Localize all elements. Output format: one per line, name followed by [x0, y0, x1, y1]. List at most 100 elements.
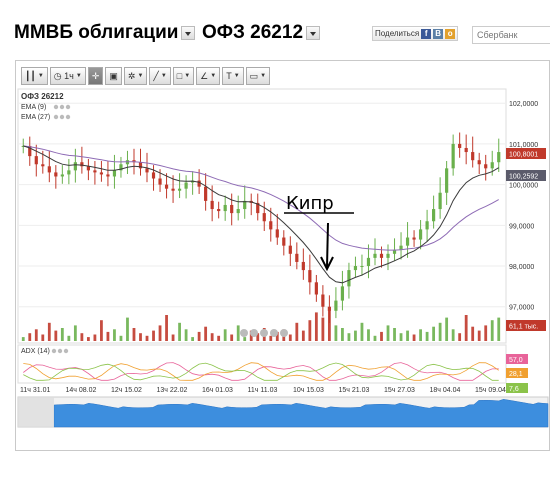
candle-body [67, 170, 71, 175]
candle-body [217, 209, 221, 212]
candle-body [327, 306, 331, 311]
candle-body [425, 221, 429, 230]
volume-bar [171, 334, 175, 341]
candle-body [477, 160, 481, 165]
candle-body [484, 164, 488, 169]
volume-bar [321, 317, 325, 341]
volume-bar [497, 317, 501, 341]
volume-bar [106, 331, 110, 341]
volume-bar [204, 326, 208, 341]
y-axis: 102,0000 101,0000 100,0000 99,0000 98,0000 97… [509, 101, 538, 312]
volume-bar [86, 337, 90, 341]
instrument-selector[interactable]: ОФЗ 26212 [202, 22, 321, 44]
candle-body [412, 237, 416, 240]
volume-bar [373, 335, 377, 341]
adx-icons[interactable] [51, 348, 69, 354]
chevron-down-icon[interactable] [181, 26, 196, 40]
chevron-down-icon[interactable] [306, 26, 321, 40]
market-title: ММВБ облигации [14, 22, 179, 43]
x-tick-label: 14ч 08.02 [66, 387, 97, 394]
candle-body [301, 261, 305, 271]
price-label-gray-text: 100,2592 [509, 174, 538, 181]
candle-body [405, 237, 410, 246]
candle-body [158, 178, 162, 185]
volume-bar [28, 333, 32, 341]
candle-body [386, 253, 390, 258]
volume-bar [360, 322, 364, 341]
x-tick-label: 13ч 22.02 [157, 387, 188, 394]
candle-body [334, 300, 338, 311]
volume-bar [54, 330, 58, 341]
volume-bar [178, 322, 181, 341]
candle-body [210, 200, 214, 210]
x-tick-label: 15ч 09.04 [475, 387, 506, 394]
volume-bar [113, 329, 116, 341]
candle-body [340, 286, 345, 301]
volume-bar [380, 331, 383, 341]
volume-bar [223, 329, 227, 341]
volume-bar [34, 329, 38, 341]
volume-bar [243, 337, 247, 341]
share-label: Поделиться [375, 29, 420, 38]
volume-bar [477, 330, 481, 341]
facebook-icon[interactable]: f [421, 28, 432, 39]
candle-body [236, 209, 240, 214]
candle-body [41, 164, 45, 167]
odnoklassniki-icon[interactable]: o [445, 28, 456, 39]
volume-bar [393, 328, 396, 341]
candle-body [308, 270, 312, 283]
volume-bar [295, 322, 299, 341]
instrument-title: ОФЗ 26212 [202, 22, 304, 43]
volume-bar [484, 325, 488, 341]
candle-body [47, 166, 51, 173]
volume-bar [197, 331, 201, 341]
x-tick-label: 12ч 15.02 [111, 387, 142, 394]
chart-widget: ┃┃ ▼ ◷ 1ч ▼ ✛ ▣ ✲ ▼ ╱ ▼ □ ▼ ∠ ▼ T ▼ ▭ ▼ 102,0000… [15, 60, 550, 451]
market-selector[interactable]: ММВБ облигации [14, 22, 196, 44]
volume-bar [73, 325, 77, 341]
volume-bar [100, 320, 103, 341]
adx-pane [17, 344, 507, 384]
volume-bar [367, 329, 370, 341]
y-tick-label: 98,0000 [509, 264, 534, 271]
candle-body [295, 253, 299, 262]
chart-title: ОФЗ 26212 [21, 92, 64, 101]
volume-bar [301, 330, 305, 341]
candle-body [321, 294, 325, 307]
volume-bar [236, 325, 240, 341]
search-input[interactable]: Сбербанк [472, 26, 550, 44]
header: ММВБ облигации ОФЗ 26212 Поделиться f B … [14, 18, 550, 48]
candle-body [438, 192, 442, 210]
candle-body [445, 168, 449, 193]
vk-icon[interactable]: B [433, 28, 444, 39]
volume-bar [354, 330, 357, 341]
volume-bar [184, 329, 188, 341]
x-tick-label: 11ч 31.01 [20, 387, 50, 394]
candle-body [282, 237, 286, 246]
candle-body [230, 204, 234, 214]
volume-bar [67, 335, 71, 341]
chart-canvas[interactable]: 102,0000 101,0000 100,0000 99,0000 98,0000 97… [16, 61, 550, 452]
y-tick-label: 101,0000 [509, 142, 538, 149]
candle-body [366, 257, 371, 267]
volume-bar [347, 333, 351, 341]
candle-body [360, 266, 364, 268]
volume-bar [269, 335, 273, 341]
volume-bar [399, 333, 403, 341]
volume-bar [438, 322, 442, 341]
volume-bar [230, 334, 234, 341]
volume-bar [21, 337, 25, 341]
volume-bar [152, 330, 155, 341]
volume-bar [412, 334, 416, 341]
candle-body [275, 229, 279, 238]
candle-body [99, 172, 104, 175]
candle-body [171, 188, 175, 191]
volume-bar [288, 334, 292, 341]
candle-body [151, 172, 156, 179]
candle-body [60, 174, 64, 177]
volume-bar [217, 335, 221, 341]
candle-body [34, 156, 38, 165]
candle-body [399, 245, 403, 250]
candle-body [464, 147, 468, 153]
y-tick-label: 99,0000 [509, 223, 534, 230]
